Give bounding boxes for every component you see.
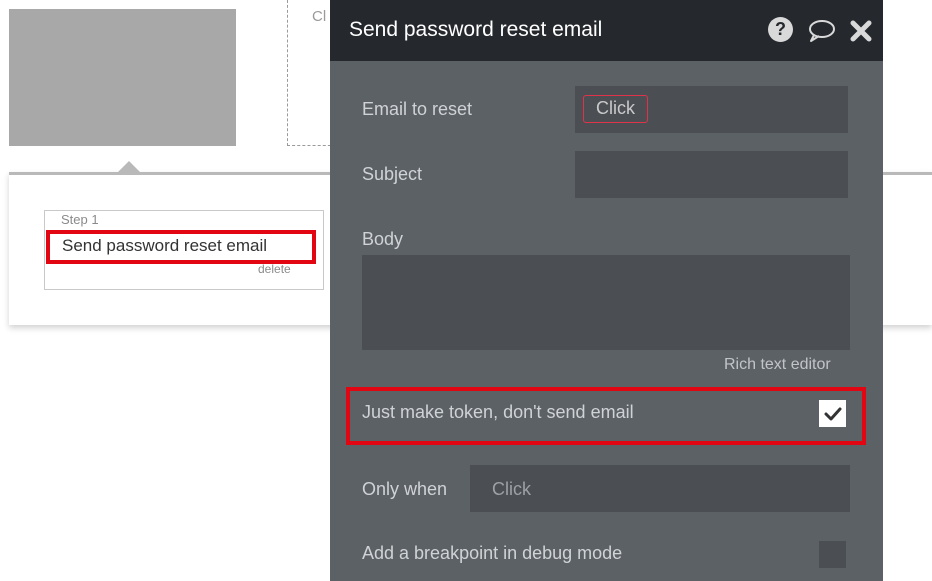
subject-field[interactable] <box>575 151 848 198</box>
panel-title: Send password reset email <box>349 18 603 41</box>
body-textarea[interactable] <box>362 255 850 350</box>
token-only-label: Just make token, don't send email <box>362 402 634 422</box>
only-when-label: Only when <box>362 479 448 499</box>
canvas-gray-element[interactable] <box>9 9 236 146</box>
workflow-pointer-arrow <box>118 161 140 172</box>
check-icon <box>824 407 841 421</box>
step-delete-link[interactable]: delete <box>258 262 291 276</box>
rich-text-editor-link[interactable]: Rich text editor <box>724 356 831 374</box>
step-number-label: Step 1 <box>61 212 99 227</box>
breakpoint-checkbox[interactable] <box>819 541 846 568</box>
comment-icon[interactable] <box>807 19 837 48</box>
subject-label: Subject <box>362 164 423 184</box>
body-label: Body <box>362 229 404 249</box>
help-icon[interactable]: ? <box>768 17 793 42</box>
canvas-dashed-text: Cl <box>312 8 327 25</box>
email-to-reset-label: Email to reset <box>362 99 473 119</box>
only-when-chip[interactable]: Click <box>492 479 531 500</box>
step-title[interactable]: Send password reset email <box>46 230 316 264</box>
email-dynamic-chip[interactable]: Click <box>583 95 648 123</box>
close-icon[interactable] <box>849 19 873 48</box>
breakpoint-label: Add a breakpoint in debug mode <box>362 543 623 563</box>
token-only-checkbox[interactable] <box>819 400 846 427</box>
